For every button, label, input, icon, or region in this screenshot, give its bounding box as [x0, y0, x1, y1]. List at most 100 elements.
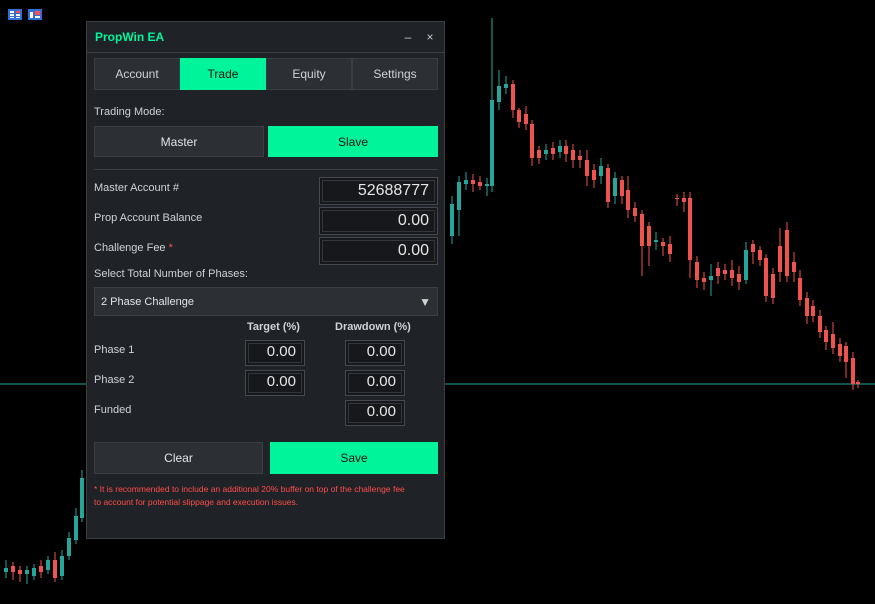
- panel-titlebar[interactable]: PropWin EA – ×: [87, 22, 444, 53]
- phase-2-target-value: 0.00: [266, 373, 296, 390]
- clear-button[interactable]: Clear: [94, 442, 263, 474]
- challenge-fee-input[interactable]: 0.00: [319, 237, 438, 265]
- candle-body: [709, 276, 713, 280]
- funded-label: Funded: [94, 404, 132, 416]
- candle-body: [626, 190, 630, 210]
- panel-title: PropWin EA: [95, 30, 165, 44]
- tab-settings[interactable]: Settings: [352, 58, 438, 90]
- candle-body: [805, 298, 809, 316]
- master-account-label: Master Account #: [94, 182, 179, 194]
- candle-body: [751, 244, 755, 252]
- candle-body: [798, 278, 802, 300]
- candle-body: [471, 180, 475, 184]
- candle-body: [485, 184, 489, 186]
- phases-label: Select Total Number of Phases:: [94, 268, 248, 280]
- candle-body: [511, 84, 515, 110]
- candle-body: [490, 100, 494, 186]
- phase-2-target-input[interactable]: 0.00: [245, 370, 305, 396]
- candle-body: [620, 180, 624, 196]
- phase-1-target-value: 0.00: [266, 343, 296, 360]
- master-mode-button[interactable]: Master: [94, 126, 264, 157]
- phase-1-drawdown-input[interactable]: 0.00: [345, 340, 405, 366]
- challenge-fee-value: 0.00: [397, 242, 429, 259]
- master-account-input[interactable]: 52688777: [319, 177, 438, 205]
- candle-body: [606, 168, 610, 202]
- divider: [94, 169, 438, 170]
- candle-body: [464, 180, 468, 184]
- candle-body: [564, 146, 568, 154]
- tab-bar: Account Trade Equity Settings: [94, 58, 438, 90]
- candle-body: [32, 568, 36, 576]
- candle-body: [592, 170, 596, 180]
- candle-body: [838, 344, 842, 356]
- candle-body: [682, 198, 686, 202]
- candle-body: [497, 86, 501, 102]
- phases-dropdown[interactable]: 2 Phase Challenge ▼: [94, 287, 438, 316]
- candle-body: [654, 240, 658, 242]
- phase-2-drawdown-input[interactable]: 0.00: [345, 370, 405, 396]
- buffer-note-line-2: to account for potential slippage and ex…: [94, 497, 299, 507]
- candle-body: [60, 556, 64, 576]
- prop-balance-input[interactable]: 0.00: [319, 207, 438, 235]
- tab-equity[interactable]: Equity: [266, 58, 352, 90]
- candle-body: [578, 156, 582, 160]
- chart-list-icon[interactable]: [8, 9, 22, 20]
- phases-selected: 2 Phase Challenge: [101, 295, 194, 308]
- phase-2-drawdown-value: 0.00: [366, 373, 396, 390]
- candle-body: [613, 178, 617, 196]
- candle-body: [764, 258, 768, 296]
- candle-body: [39, 566, 43, 572]
- candle-body: [792, 262, 796, 272]
- tab-trade[interactable]: Trade: [180, 58, 266, 90]
- candle-body: [558, 146, 562, 152]
- minimize-icon[interactable]: –: [402, 30, 414, 44]
- candle-body: [778, 246, 782, 272]
- candle-body: [824, 330, 828, 342]
- candle-body: [524, 114, 528, 124]
- slave-mode-button[interactable]: Slave: [268, 126, 438, 157]
- candle-body: [585, 160, 589, 176]
- funded-drawdown-input[interactable]: 0.00: [345, 400, 405, 426]
- candle-body: [668, 244, 672, 254]
- close-icon[interactable]: ×: [424, 30, 436, 44]
- candle-body: [25, 570, 29, 574]
- candle-body: [537, 150, 541, 158]
- save-button[interactable]: Save: [270, 442, 438, 474]
- candle-body: [785, 230, 789, 276]
- challenge-fee-label: Challenge Fee *: [94, 242, 173, 254]
- tab-account[interactable]: Account: [94, 58, 180, 90]
- candle-body: [551, 148, 555, 154]
- candle-body: [675, 198, 679, 199]
- candle-body: [67, 538, 71, 556]
- candle-body: [716, 268, 720, 276]
- trading-mode-label: Trading Mode:: [94, 106, 165, 118]
- buffer-note-line-1: * It is recommended to include an additi…: [94, 484, 405, 494]
- candle-body: [723, 270, 727, 274]
- candle-body: [11, 566, 15, 572]
- candle-body: [53, 560, 57, 578]
- candle-body: [771, 274, 775, 298]
- candle-body: [640, 214, 644, 246]
- candle-body: [730, 270, 734, 278]
- candle-body: [80, 478, 84, 518]
- candle-body: [856, 382, 860, 384]
- candle-body: [702, 278, 706, 282]
- candle-body: [744, 250, 748, 280]
- candle-body: [737, 274, 741, 282]
- candle-body: [599, 166, 603, 176]
- prop-balance-label: Prop Account Balance: [94, 212, 203, 224]
- candle-body: [758, 250, 762, 260]
- phase-2-label: Phase 2: [94, 374, 135, 386]
- candle-body: [517, 110, 521, 122]
- phase-1-target-input[interactable]: 0.00: [245, 340, 305, 366]
- phase-1-label: Phase 1: [94, 344, 135, 356]
- candle-body: [46, 560, 50, 570]
- candle-body: [661, 242, 665, 246]
- candle-body: [571, 150, 575, 160]
- candle-body: [450, 204, 454, 236]
- candle-body: [811, 306, 815, 316]
- candle-body: [544, 150, 548, 154]
- target-header: Target (%): [247, 321, 300, 333]
- chart-window-icon[interactable]: [28, 9, 42, 20]
- buffer-note: * It is recommended to include an additi…: [94, 483, 438, 509]
